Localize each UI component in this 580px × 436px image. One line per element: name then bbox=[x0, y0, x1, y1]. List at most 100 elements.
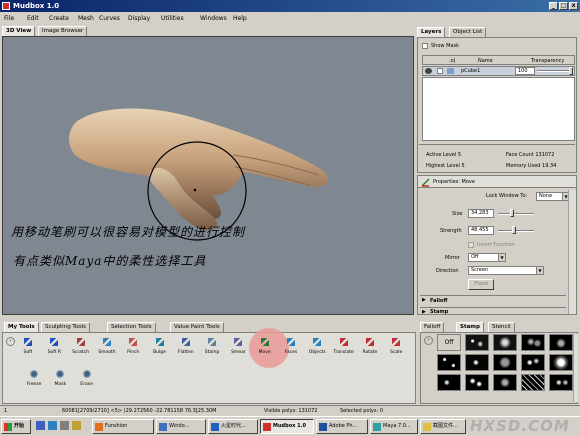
close-button[interactable]: x bbox=[569, 2, 578, 10]
tool-objects[interactable]: Objects bbox=[306, 338, 328, 355]
tool-move[interactable]: Move bbox=[254, 338, 276, 355]
strength-slider-thumb[interactable] bbox=[512, 226, 516, 234]
tool-mask[interactable]: Mask bbox=[49, 370, 71, 387]
stamp-off[interactable]: Off bbox=[437, 334, 461, 351]
taskbar-item-screenshot[interactable]: 截图文件... bbox=[420, 419, 466, 434]
tool-bulge[interactable]: Bulge bbox=[149, 338, 171, 355]
menu-windows[interactable]: Windows bbox=[200, 12, 227, 25]
stamp-thumb[interactable] bbox=[437, 354, 461, 371]
tab-stamp[interactable]: Stamp bbox=[456, 322, 484, 332]
taskbar-item-hxsd[interactable]: 火星时代... bbox=[208, 419, 258, 434]
quicklaunch-ie-icon[interactable] bbox=[36, 421, 45, 430]
layer-row[interactable]: pCube1 100 bbox=[422, 66, 575, 76]
tab-value-paint-tools[interactable]: Value Paint Tools bbox=[170, 322, 224, 332]
stamp-thumb[interactable] bbox=[465, 374, 489, 391]
stamp-menu-icon[interactable]: › bbox=[424, 336, 433, 345]
face-count: Face Count 131072 bbox=[506, 152, 555, 158]
stamp-panel: Falloff Stamp Stencil › Off bbox=[418, 319, 580, 405]
stamp-section[interactable]: ▶ Stamp bbox=[420, 307, 566, 315]
tab-falloff[interactable]: Falloff bbox=[420, 322, 445, 332]
minimize-button[interactable]: _ bbox=[549, 2, 558, 10]
tab-stencil[interactable]: Stencil bbox=[488, 322, 515, 332]
quicklaunch-desktop-icon[interactable] bbox=[48, 421, 57, 430]
tool-scale[interactable]: Scale bbox=[385, 338, 407, 355]
transparency-slider-thumb[interactable] bbox=[569, 67, 573, 75]
invert-function-checkbox[interactable] bbox=[468, 242, 474, 248]
stamp-thumb[interactable] bbox=[493, 354, 517, 371]
tool-rotate[interactable]: Rotate bbox=[359, 338, 381, 355]
tab-layers[interactable]: Layers bbox=[417, 27, 446, 37]
stamp-thumb[interactable] bbox=[521, 334, 545, 351]
maximize-button[interactable]: □ bbox=[559, 2, 568, 10]
transparency-field[interactable]: 100 bbox=[515, 67, 535, 75]
shelf-menu-icon[interactable]: › bbox=[6, 337, 15, 346]
stamp-thumb[interactable] bbox=[521, 354, 545, 371]
taskbar-item-windows[interactable]: Windo... bbox=[156, 419, 206, 434]
menu-curves[interactable]: Curves bbox=[99, 12, 120, 25]
tool-smear[interactable]: Smear bbox=[227, 338, 249, 355]
taskbar-item-funshion[interactable]: Funshion bbox=[92, 419, 154, 434]
show-mask-checkbox[interactable] bbox=[422, 43, 428, 49]
menu-display[interactable]: Display bbox=[128, 12, 150, 25]
tool-freeze[interactable]: Freeze bbox=[23, 370, 45, 387]
properties-title: Properties: Move bbox=[433, 179, 475, 185]
3d-viewport[interactable]: 用移动笔刷可以很容易对模型的进行控制 有点类似Maya中的柔性选择工具 bbox=[2, 36, 414, 315]
quicklaunch-media-icon[interactable] bbox=[60, 421, 69, 430]
taskbar-item-photoshop[interactable]: Adobe Ph... bbox=[316, 419, 368, 434]
tool-scratch[interactable]: Scratch bbox=[70, 338, 92, 355]
lock-window-to-dropdown[interactable]: None ▼ bbox=[536, 192, 570, 201]
taskbar-item-maya[interactable]: Maya 7.0... bbox=[370, 419, 418, 434]
quicklaunch-folder-icon[interactable] bbox=[72, 421, 81, 430]
stamp-thumb[interactable] bbox=[549, 354, 573, 371]
direction-dropdown[interactable]: Screen ▼ bbox=[468, 266, 544, 275]
stamp-thumb[interactable] bbox=[493, 334, 517, 351]
layers-tabs: Layers Object List bbox=[417, 27, 577, 37]
stamp-thumb[interactable] bbox=[465, 354, 489, 371]
tool-pinch[interactable]: Pinch bbox=[122, 338, 144, 355]
eye-icon[interactable] bbox=[425, 68, 432, 74]
stamp-thumb[interactable] bbox=[493, 374, 517, 391]
stamp-thumb[interactable] bbox=[549, 334, 573, 351]
strength-field[interactable]: 48.455 bbox=[468, 226, 494, 235]
size-slider-thumb[interactable] bbox=[510, 209, 514, 217]
tab-my-tools[interactable]: My Tools bbox=[4, 322, 39, 332]
tool-smooth[interactable]: Smooth bbox=[96, 338, 118, 355]
tab-object-list[interactable]: Object List bbox=[449, 27, 487, 37]
menu-mesh[interactable]: Mesh bbox=[78, 12, 94, 25]
stamp-scrollbar[interactable] bbox=[573, 334, 578, 402]
size-slider[interactable] bbox=[498, 213, 534, 215]
menu-file[interactable]: File bbox=[4, 12, 14, 25]
flood-button[interactable]: Flood bbox=[468, 279, 494, 290]
tool-soft[interactable]: Soft bbox=[17, 338, 39, 355]
tool-faces[interactable]: Faces bbox=[280, 338, 302, 355]
menu-utilities[interactable]: Utilities bbox=[161, 12, 184, 25]
taskbar-item-mudbox[interactable]: Mudbox 1.0 bbox=[260, 419, 314, 434]
stamp-thumb[interactable] bbox=[437, 374, 461, 391]
transparency-slider[interactable] bbox=[537, 70, 573, 72]
stamp-thumb[interactable] bbox=[521, 374, 545, 391]
tool-erase[interactable]: Erase bbox=[76, 370, 98, 387]
tool-flatten[interactable]: Flatten bbox=[175, 338, 197, 355]
lock-checkbox[interactable] bbox=[437, 68, 443, 74]
menu-help[interactable]: Help bbox=[233, 12, 247, 25]
tab-selection-tools[interactable]: Selection Tools bbox=[107, 322, 156, 332]
start-button[interactable]: 开始 bbox=[1, 419, 31, 434]
expand-arrow-icon: ▶ bbox=[422, 297, 426, 303]
tab-image-browser[interactable]: Image Browser bbox=[38, 26, 88, 36]
falloff-section[interactable]: ▶ Falloff bbox=[420, 295, 566, 305]
stamp-thumb[interactable] bbox=[465, 334, 489, 351]
stamp-thumb[interactable] bbox=[549, 374, 573, 391]
tab-sculpting-tools[interactable]: Sculpting Tools bbox=[41, 322, 90, 332]
faces-icon bbox=[287, 338, 295, 346]
tab-3d-view[interactable]: 3D View bbox=[2, 26, 36, 36]
tool-stamp[interactable]: Stamp bbox=[201, 338, 223, 355]
mirror-dropdown[interactable]: Off ▼ bbox=[468, 253, 506, 262]
tool-translate[interactable]: Translate bbox=[333, 338, 355, 355]
tool-soft-r[interactable]: Soft R bbox=[43, 338, 65, 355]
size-field[interactable]: 34.283 bbox=[468, 209, 494, 218]
menu-edit[interactable]: Edit bbox=[27, 12, 39, 25]
tool-shelf: My Tools Sculpting Tools Selection Tools… bbox=[0, 319, 418, 405]
menu-create[interactable]: Create bbox=[49, 12, 69, 25]
strength-slider[interactable] bbox=[498, 230, 534, 232]
properties-scrollbar[interactable] bbox=[568, 190, 576, 314]
